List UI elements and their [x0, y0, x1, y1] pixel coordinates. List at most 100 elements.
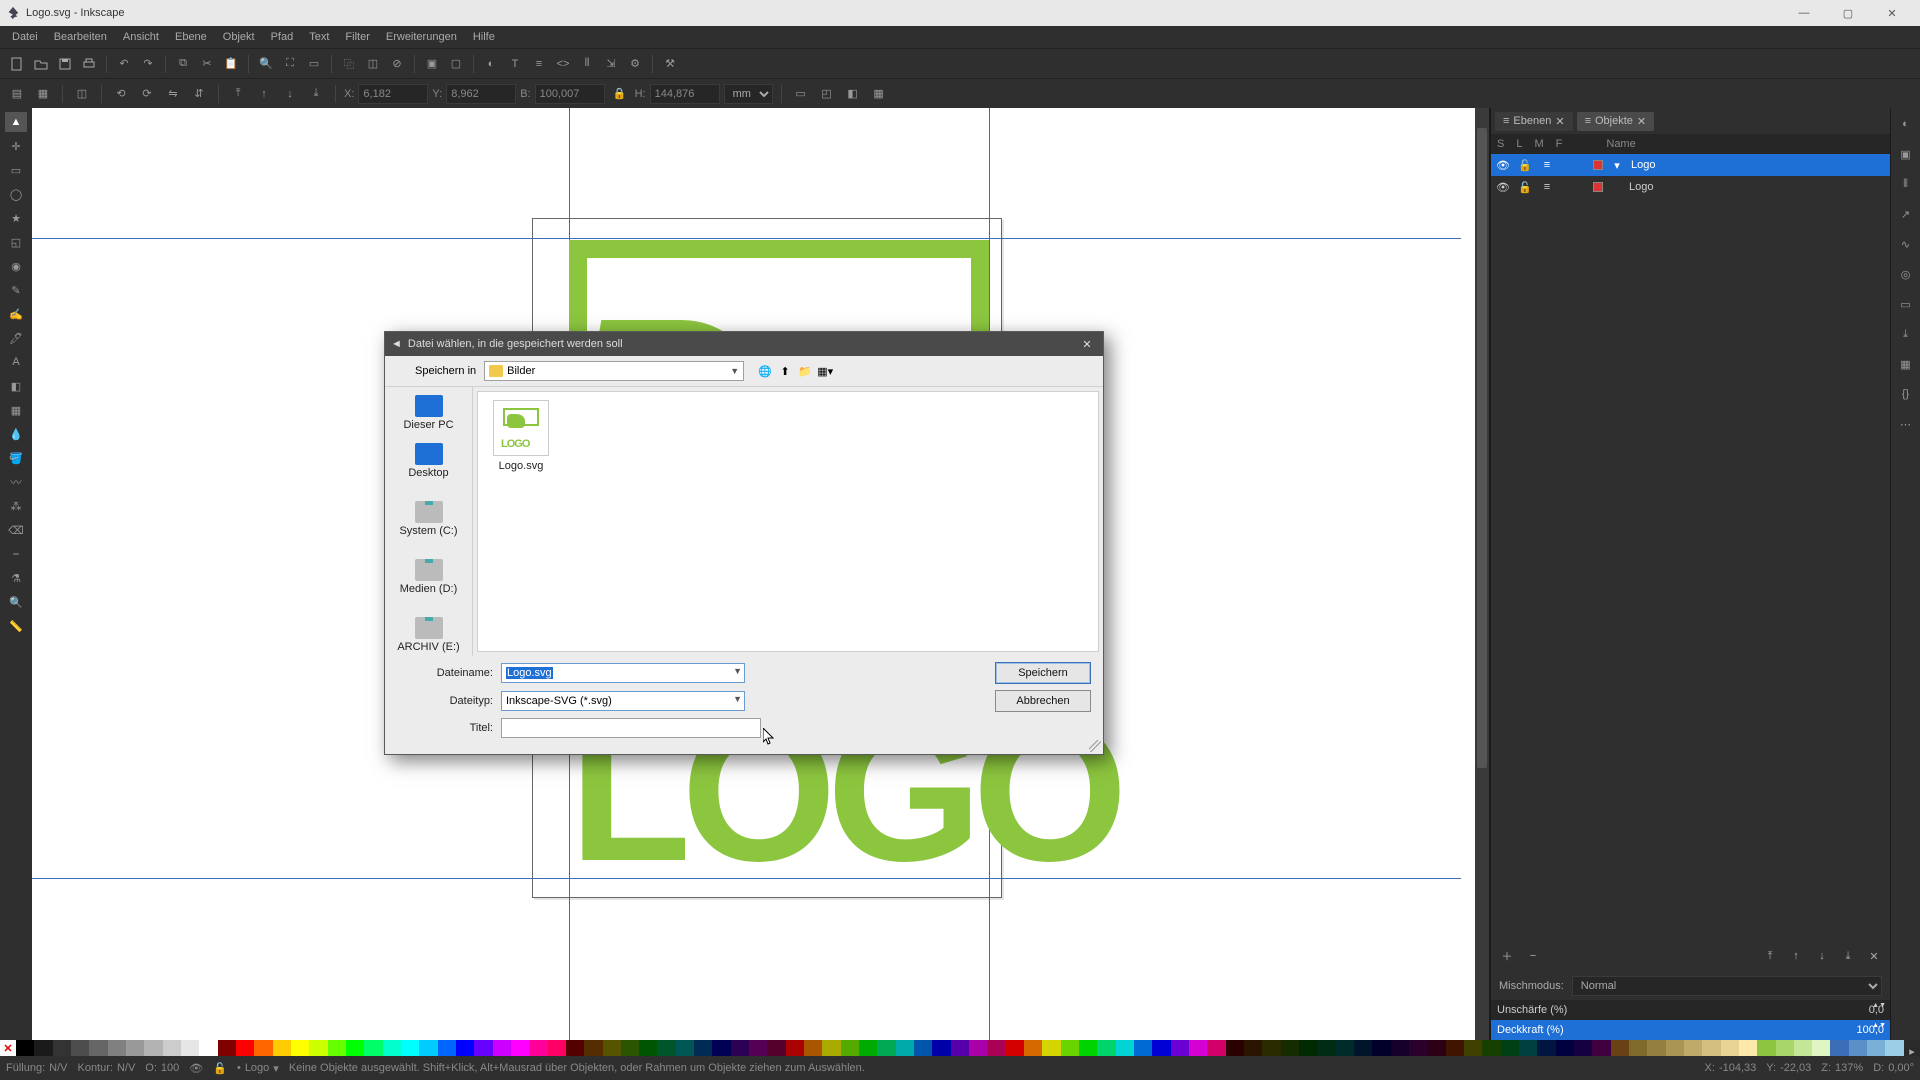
menu-text[interactable]: Text	[301, 29, 337, 45]
expand-icon[interactable]: ▾	[1609, 159, 1625, 172]
new-file-icon[interactable]	[6, 53, 28, 75]
tab-layers[interactable]: ≡ Ebenen ✕	[1495, 112, 1573, 131]
color-swatch[interactable]	[1354, 1040, 1372, 1056]
color-swatch[interactable]	[1684, 1040, 1702, 1056]
color-swatch[interactable]	[932, 1040, 950, 1056]
cut-icon[interactable]: ✂	[196, 53, 218, 75]
color-swatch[interactable]	[1721, 1040, 1739, 1056]
color-swatch[interactable]	[291, 1040, 309, 1056]
title-input[interactable]	[501, 718, 761, 738]
fill-value[interactable]: N/V	[49, 1062, 67, 1074]
lower-bottom-icon[interactable]: ⤓	[305, 83, 327, 105]
node-tool-icon[interactable]: ✛	[5, 136, 27, 156]
place-medien[interactable]: Medien (D:)	[389, 545, 469, 603]
place-archiv[interactable]: ARCHIV (E:)	[389, 603, 469, 661]
spiral-tool-icon[interactable]: ◉	[5, 256, 27, 276]
color-swatch[interactable]	[529, 1040, 547, 1056]
color-swatch[interactable]	[1556, 1040, 1574, 1056]
color-swatch[interactable]	[474, 1040, 492, 1056]
color-swatch[interactable]	[401, 1040, 419, 1056]
toggle-select-icon[interactable]: ◫	[71, 83, 93, 105]
palette-menu-icon[interactable]: ▸	[1904, 1040, 1920, 1062]
dropper-tool-icon[interactable]: 💧	[5, 424, 27, 444]
color-swatch[interactable]	[1849, 1040, 1867, 1056]
back-icon[interactable]: ◄	[391, 338, 402, 350]
lock-icon[interactable]: 🔓	[1517, 181, 1533, 194]
color-swatch[interactable]	[1061, 1040, 1079, 1056]
go-back-icon[interactable]: 🌐	[756, 362, 774, 380]
height-input[interactable]	[650, 84, 720, 104]
scale-stroke-icon[interactable]: ▭	[790, 83, 812, 105]
color-swatch[interactable]	[603, 1040, 621, 1056]
new-folder-icon[interactable]: 📁	[796, 362, 814, 380]
mesh-tool-icon[interactable]: ▦	[5, 400, 27, 420]
color-swatch[interactable]	[1446, 1040, 1464, 1056]
menu-datei[interactable]: Datei	[4, 29, 46, 45]
visibility-icon[interactable]: 👁	[1495, 181, 1511, 194]
color-swatch[interactable]	[1812, 1040, 1830, 1056]
menu-erweiterungen[interactable]: Erweiterungen	[378, 29, 465, 45]
color-swatch[interactable]	[71, 1040, 89, 1056]
zoom-selection-icon[interactable]: 🔍	[255, 53, 277, 75]
fill-stroke-icon[interactable]: ◐	[480, 53, 502, 75]
filename-input[interactable]: Logo.svg▼	[501, 663, 745, 683]
menu-hilfe[interactable]: Hilfe	[465, 29, 503, 45]
selector-tool-icon[interactable]: ▲	[5, 112, 27, 132]
dock-align-icon[interactable]: ⫴	[1896, 174, 1916, 194]
color-swatch[interactable]	[767, 1040, 785, 1056]
color-swatch[interactable]	[639, 1040, 657, 1056]
place-system[interactable]: System (C:)	[389, 487, 469, 545]
text-tool-icon[interactable]: A	[5, 352, 27, 372]
rotate-ccw-icon[interactable]: ⟲	[110, 83, 132, 105]
color-swatch[interactable]	[1042, 1040, 1060, 1056]
file-item[interactable]: LOGO Logo.svg	[486, 400, 556, 472]
color-swatch[interactable]	[511, 1040, 529, 1056]
color-swatch[interactable]	[1317, 1040, 1335, 1056]
color-swatch[interactable]	[163, 1040, 181, 1056]
color-swatch[interactable]	[1537, 1040, 1555, 1056]
color-swatch[interactable]	[657, 1040, 675, 1056]
lock-icon[interactable]: 🔓	[1517, 159, 1533, 172]
canvas-vscrollbar[interactable]	[1475, 108, 1489, 1040]
flip-h-icon[interactable]: ⇋	[162, 83, 184, 105]
dock-more-icon[interactable]: ⋯	[1896, 414, 1916, 434]
object-row[interactable]: 👁 🔓 ≡ Logo	[1491, 176, 1890, 198]
dock-fill-icon[interactable]: ◐	[1896, 114, 1916, 134]
select-all-icon[interactable]: ▦	[32, 83, 54, 105]
eraser-tool-icon[interactable]: ⌫	[5, 520, 27, 540]
move-gradients-icon[interactable]: ◧	[842, 83, 864, 105]
save-file-icon[interactable]	[54, 53, 76, 75]
color-swatch[interactable]	[236, 1040, 254, 1056]
view-menu-icon[interactable]: ▦▾	[816, 362, 834, 380]
align-dialog-icon[interactable]: ⫴	[576, 53, 598, 75]
pencil-tool-icon[interactable]: ✎	[5, 280, 27, 300]
dock-transform-icon[interactable]: ↗	[1896, 204, 1916, 224]
color-swatch[interactable]	[1592, 1040, 1610, 1056]
color-swatch[interactable]	[914, 1040, 932, 1056]
highlight-color[interactable]	[1593, 160, 1603, 170]
zoom-tool-icon[interactable]: 🔍	[5, 592, 27, 612]
color-swatch[interactable]	[181, 1040, 199, 1056]
color-swatch[interactable]	[126, 1040, 144, 1056]
blur-slider[interactable]: Unschärfe (%)0,0 ▲▼	[1491, 1000, 1890, 1020]
color-swatch[interactable]	[144, 1040, 162, 1056]
raise-icon[interactable]: ↑	[253, 83, 275, 105]
place-desktop[interactable]: Desktop	[389, 439, 469, 487]
resize-grip[interactable]	[1089, 740, 1101, 752]
ellipse-tool-icon[interactable]: ◯	[5, 184, 27, 204]
zoom-page-icon[interactable]: ▭	[303, 53, 325, 75]
color-swatch[interactable]	[621, 1040, 639, 1056]
paste-icon[interactable]: 📋	[220, 53, 242, 75]
color-swatch[interactable]	[786, 1040, 804, 1056]
up-folder-icon[interactable]: ⬆	[776, 362, 794, 380]
color-swatch[interactable]	[328, 1040, 346, 1056]
rect-tool-icon[interactable]: ▭	[5, 160, 27, 180]
ungroup-icon[interactable]: ▢	[445, 53, 467, 75]
color-swatch[interactable]	[566, 1040, 584, 1056]
paintbucket-tool-icon[interactable]: 🪣	[5, 448, 27, 468]
color-swatch[interactable]	[841, 1040, 859, 1056]
color-swatch[interactable]	[1501, 1040, 1519, 1056]
color-swatch[interactable]	[1830, 1040, 1848, 1056]
color-swatch[interactable]	[1372, 1040, 1390, 1056]
color-swatch[interactable]	[1079, 1040, 1097, 1056]
